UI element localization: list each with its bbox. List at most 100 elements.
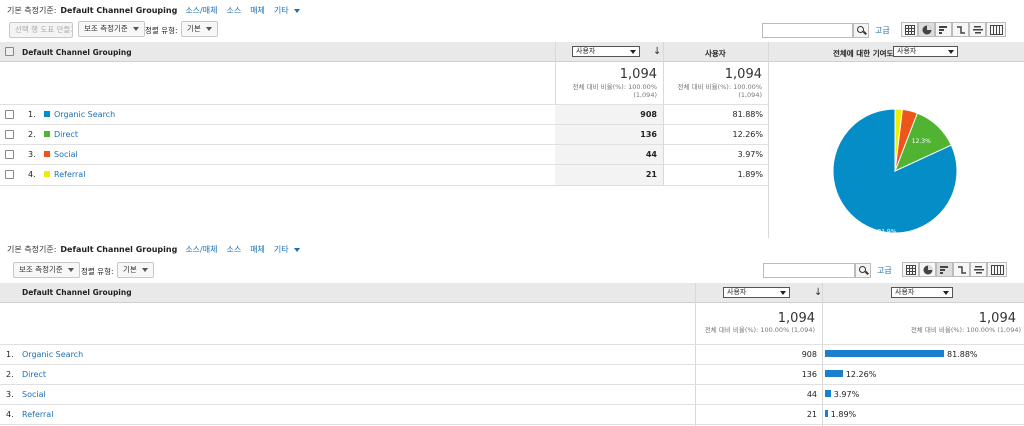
grid-view-button[interactable] — [901, 22, 918, 37]
total-users-pct: 전체 대비 비율(%): 100.00% (1,094) — [704, 326, 815, 334]
dimension-other-dropdown[interactable]: 기타 — [274, 245, 300, 254]
row-channel-link[interactable]: Referral — [54, 170, 85, 179]
chevron-down-icon — [943, 291, 949, 295]
row-bar — [825, 370, 843, 377]
dimension-link-source-medium[interactable]: 소스/매체 — [185, 245, 217, 254]
row-index: 4. — [6, 410, 14, 419]
advanced-filter-link[interactable]: 고급 — [877, 265, 892, 276]
row-users-value: 136 — [801, 370, 817, 379]
pie-view-button[interactable] — [919, 262, 936, 277]
metric-select[interactable]: 사용자 — [572, 46, 640, 57]
sort-descending-arrow[interactable]: ↓ — [653, 46, 661, 57]
chevron-down-icon — [293, 8, 300, 13]
pivot-view-button[interactable] — [987, 262, 1007, 277]
search-button[interactable] — [855, 263, 871, 278]
dimension-header[interactable]: Default Channel Grouping — [22, 288, 132, 297]
users-header[interactable]: 사용자 — [705, 48, 726, 59]
bar-view-button[interactable] — [936, 262, 953, 277]
current-dimension: Default Channel Grouping — [60, 245, 178, 254]
row-channel-link[interactable]: Direct — [22, 370, 46, 379]
row-bar-pct: 12.26% — [845, 370, 877, 379]
secondary-dimension-label: 보조 측정기준 — [19, 265, 63, 274]
select-all-checkbox[interactable] — [5, 47, 14, 56]
row-index: 2. — [28, 130, 36, 139]
row-channel-link[interactable]: Social — [54, 150, 78, 159]
grid-view-icon — [906, 265, 916, 275]
dimension-other-dropdown[interactable]: 기타 — [274, 6, 300, 15]
row-bar — [825, 350, 944, 357]
sort-type-value: 기본 — [123, 265, 137, 274]
table-search-input[interactable] — [763, 263, 855, 278]
metric-select-value: 사용자 — [576, 47, 596, 55]
term-cloud-view-button[interactable] — [969, 22, 986, 37]
row-index: 2. — [6, 370, 14, 379]
grid-view-button[interactable] — [902, 262, 919, 277]
row-users-pct: 3.97% — [737, 150, 763, 159]
row-bar-pct: 1.89% — [830, 410, 857, 419]
comparison-metric-select[interactable]: 사용자 — [891, 287, 953, 298]
table-row: 1. Organic Search 908 81.88% — [0, 345, 1024, 365]
dimension-link-medium[interactable]: 매체 — [250, 245, 265, 254]
row-channel-link[interactable]: Organic Search — [54, 110, 115, 119]
contribution-select[interactable]: 사용자 — [893, 46, 958, 57]
chevron-down-icon — [630, 50, 636, 54]
row-index: 3. — [6, 390, 14, 399]
row-channel-link[interactable]: Social — [22, 390, 46, 399]
row-users-value: 21 — [806, 410, 817, 419]
row-channel-link[interactable]: Direct — [54, 130, 78, 139]
sort-type-dropdown[interactable]: 기본 — [117, 262, 154, 278]
bar-view-button[interactable] — [935, 22, 952, 37]
chevron-down-icon — [67, 268, 74, 272]
bar-view-icon — [939, 26, 947, 34]
term-cloud-view-button[interactable] — [970, 262, 987, 277]
pie-view-button[interactable] — [918, 22, 935, 37]
advanced-filter-link[interactable]: 고급 — [875, 25, 890, 36]
table-row: 1. Organic Search 908 81.88% — [0, 105, 768, 125]
table-search-input[interactable] — [762, 23, 853, 38]
pivot-view-button[interactable] — [986, 22, 1006, 37]
row-checkbox[interactable] — [5, 170, 14, 179]
dimension-link-source[interactable]: 소스 — [226, 245, 241, 254]
row-checkbox[interactable] — [5, 110, 14, 119]
chevron-down-icon — [780, 291, 786, 295]
search-button[interactable] — [853, 23, 869, 38]
row-index: 1. — [28, 110, 36, 119]
sort-type-label: 정렬 유형: — [81, 267, 114, 276]
comparison-view-button[interactable] — [952, 22, 969, 37]
dimension-link-source-medium[interactable]: 소스/매체 — [185, 6, 217, 15]
contribution-label: 전체에 대한 기여도: — [833, 49, 897, 58]
pie-view-icon — [922, 25, 932, 35]
secondary-dimension-dropdown[interactable]: 보조 측정기준 — [78, 21, 145, 37]
comparison-metric-value: 사용자 — [895, 288, 915, 296]
row-checkbox[interactable] — [5, 150, 14, 159]
series-color-swatch — [44, 111, 50, 117]
other-label: 기타 — [273, 6, 289, 15]
table-row: 4. Referral 21 1.89% — [0, 405, 1024, 425]
sort-type-dropdown[interactable]: 기본 — [181, 21, 218, 37]
row-index: 3. — [28, 150, 36, 159]
row-channel-link[interactable]: Organic Search — [22, 350, 83, 359]
row-checkbox[interactable] — [5, 130, 14, 139]
total-users-pct-2: 전체 대비 비율(%): 100.00% — [677, 83, 762, 91]
total-users-value: 1,094 — [777, 311, 815, 326]
dimension-link-medium[interactable]: 매체 — [250, 6, 265, 15]
metric-select-value: 사용자 — [727, 288, 747, 296]
table-row: 2. Direct 136 12.26% — [0, 365, 1024, 385]
secondary-dimension-label: 보조 측정기준 — [84, 24, 128, 33]
comparison-view-button[interactable] — [953, 262, 970, 277]
dimension-link-source[interactable]: 소스 — [226, 6, 241, 15]
row-bar — [825, 390, 831, 397]
dimension-header[interactable]: Default Channel Grouping — [22, 48, 132, 57]
current-dimension: Default Channel Grouping — [60, 6, 178, 15]
row-channel-link[interactable]: Referral — [22, 410, 53, 419]
term-cloud-icon — [973, 26, 983, 34]
total-users-value-2: 1,094 — [978, 311, 1016, 326]
contribution-select-value: 사용자 — [897, 47, 917, 55]
grid-view-icon — [905, 25, 915, 35]
secondary-dimension-dropdown[interactable]: 보조 측정기준 — [13, 262, 80, 278]
plot-rows-button[interactable]: 선택 행 도표 만들기 — [9, 22, 73, 38]
table-row: 3. Social 44 3.97% — [0, 145, 768, 165]
sort-descending-arrow[interactable]: ↓ — [814, 287, 822, 298]
pie-label: 81.9% — [877, 229, 896, 236]
metric-select[interactable]: 사용자 — [723, 287, 790, 298]
